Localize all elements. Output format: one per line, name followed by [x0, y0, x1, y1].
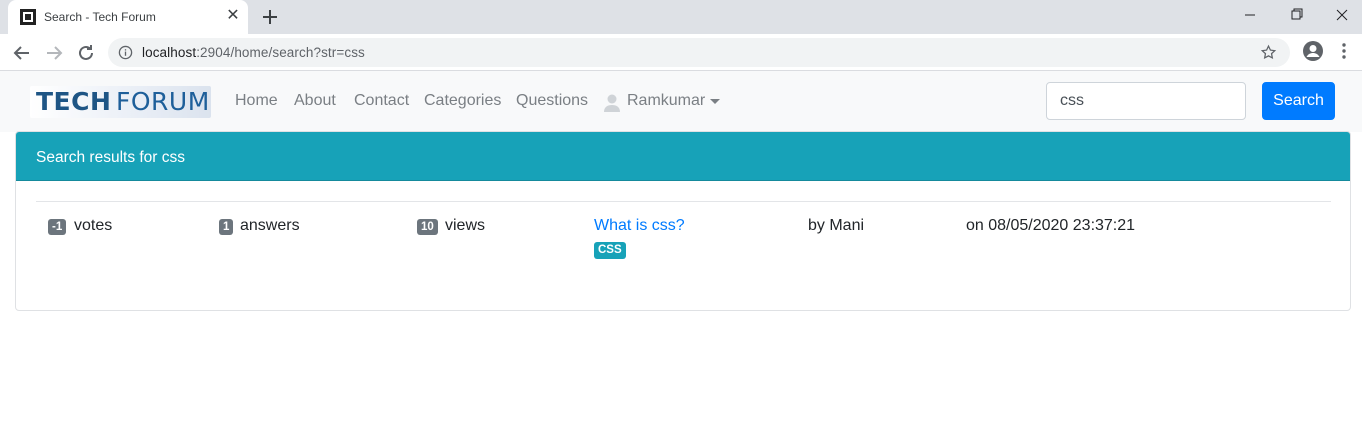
url-host: localhost [142, 45, 197, 60]
chevron-down-icon[interactable] [710, 99, 720, 104]
views-badge: 10 [417, 219, 438, 235]
brand-tech: TECH [36, 87, 112, 116]
nav-link-home[interactable]: Home [235, 92, 278, 110]
back-arrow-icon[interactable] [10, 41, 34, 65]
address-bar[interactable]: localhost:2904/home/search?str=css [108, 38, 1290, 67]
question-author: by Mani [808, 217, 865, 234]
results-card-header: Search results for css [16, 132, 1350, 181]
reload-icon[interactable] [74, 41, 98, 65]
tab-close-icon[interactable]: ✕ [224, 7, 242, 25]
votes-badge: -1 [48, 219, 67, 235]
divider [36, 201, 1331, 202]
nav-link-about[interactable]: About [294, 92, 336, 110]
nav-link-categories[interactable]: Categories [424, 92, 501, 110]
favicon-icon [20, 9, 36, 25]
question-title-link[interactable]: What is css? [594, 217, 685, 235]
results-card: Search results for css -1 votes 1 answer… [15, 131, 1351, 311]
window-close-icon[interactable] [1319, 0, 1362, 30]
user-icon[interactable] [603, 93, 621, 112]
minimize-icon[interactable] [1227, 0, 1273, 30]
results-heading: Search results for css [36, 149, 186, 166]
url-text[interactable]: localhost:2904/home/search?str=css [142, 45, 365, 60]
answers-label: answers [240, 217, 300, 234]
nav-link-questions[interactable]: Questions [516, 92, 588, 110]
brand-logo[interactable]: TECH FORUM [30, 86, 211, 118]
tab-title: Search - Tech Forum [44, 10, 156, 24]
search-input[interactable] [1046, 82, 1246, 120]
browser-toolbar: localhost:2904/home/search?str=css [0, 34, 1362, 71]
info-icon[interactable] [118, 45, 133, 60]
new-tab-icon[interactable] [258, 5, 282, 29]
browser-tab[interactable]: Search - Tech Forum ✕ [8, 0, 248, 34]
nav-link-contact[interactable]: Contact [354, 92, 409, 110]
search-button[interactable]: Search [1262, 82, 1335, 120]
result-row: -1 votes 1 answers 10 views What is css?… [16, 217, 1350, 268]
user-menu-name[interactable]: Ramkumar [627, 92, 705, 110]
forward-arrow-icon[interactable] [42, 41, 66, 65]
site-navbar: TECH FORUM Home About Contact Categories… [0, 71, 1362, 132]
answers-badge: 1 [219, 219, 234, 235]
restore-icon[interactable] [1273, 0, 1319, 30]
votes-label: votes [74, 217, 113, 234]
question-date: on 08/05/2020 23:37:21 [966, 217, 1136, 234]
more-vert-icon[interactable] [1336, 42, 1352, 60]
browser-tabstrip: Search - Tech Forum ✕ [0, 0, 1362, 34]
question-tag[interactable]: CSS [594, 242, 626, 259]
bookmark-star-icon[interactable] [1260, 44, 1277, 61]
views-label: views [445, 217, 486, 234]
profile-icon[interactable] [1302, 40, 1324, 62]
brand-forum: FORUM [116, 87, 210, 116]
url-path: :2904/home/search?str=css [196, 45, 365, 60]
